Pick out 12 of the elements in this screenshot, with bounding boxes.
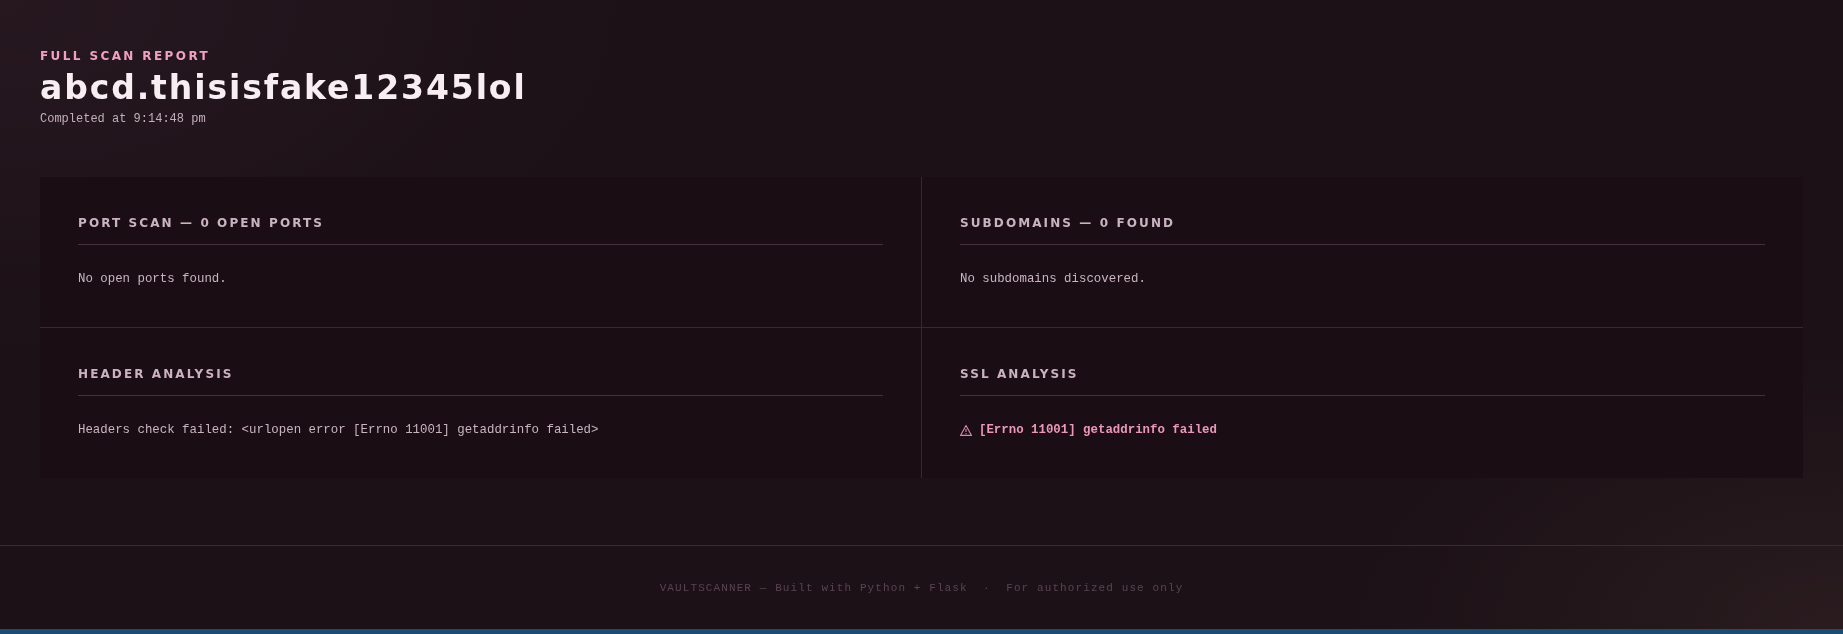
panel-heading: SSL ANALYSIS	[960, 366, 1765, 396]
target-domain-title: abcd.thisisfake12345lol	[40, 69, 527, 107]
footer-text: VAULTSCANNER — Built with Python + Flask · For authorized use only	[659, 580, 1184, 595]
panel-heading: SUBDOMAINS — 0 FOUND	[960, 215, 1765, 245]
report-label: FULL SCAN REPORT	[40, 49, 211, 64]
completed-time: Completed at 9:14:48 pm	[40, 112, 206, 127]
panel-heading: HEADER ANALYSIS	[78, 366, 883, 396]
panel-heading: PORT SCAN — 0 OPEN PORTS	[78, 215, 883, 245]
panel-message: [Errno 11001] getaddrinfo failed	[979, 422, 1217, 438]
panel-message: No subdomains discovered.	[960, 271, 1146, 287]
panel-message: No open ports found.	[78, 271, 227, 287]
panel-message: Headers check failed: <urlopen error [Errno 11001] getaddrinfo failed>	[78, 422, 599, 438]
